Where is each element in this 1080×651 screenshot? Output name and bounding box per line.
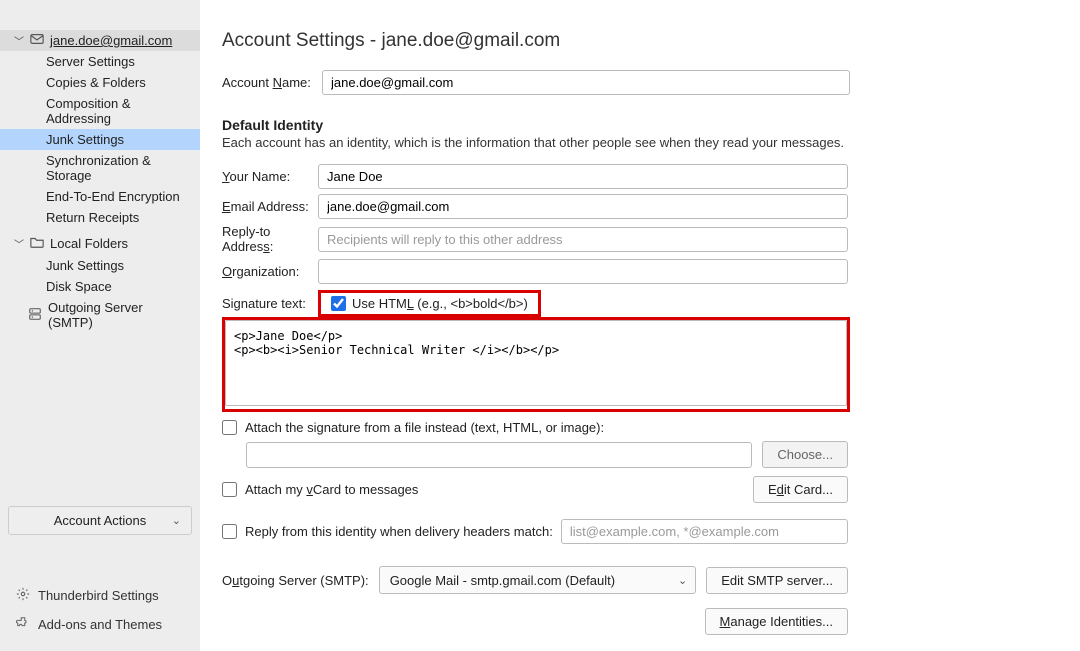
reply-to-input[interactable]: [318, 227, 848, 252]
chevron-down-icon: ⌄: [678, 574, 687, 587]
organization-label: Organization:: [222, 264, 318, 279]
outgoing-server-label: Outgoing Server (SMTP):: [222, 573, 369, 588]
default-identity-heading: Default Identity: [222, 117, 1050, 133]
reply-match-label: Reply from this identity when delivery h…: [245, 524, 553, 539]
reply-match-checkbox[interactable]: [222, 524, 237, 539]
manage-identities-button[interactable]: Manage Identities...: [705, 608, 848, 635]
edit-card-button[interactable]: Edit Card...: [753, 476, 848, 503]
thunderbird-settings-label: Thunderbird Settings: [38, 588, 159, 603]
use-html-highlight: Use HTML (e.g., <b>bold</b>): [318, 290, 541, 317]
account-name-label: Account Name:: [222, 75, 322, 90]
choose-file-button[interactable]: Choose...: [762, 441, 848, 468]
sidebar-item-lf-junk[interactable]: Junk Settings: [0, 255, 200, 276]
thunderbird-settings-link[interactable]: Thunderbird Settings: [8, 581, 192, 610]
attach-signature-file-label: Attach the signature from a file instead…: [245, 420, 604, 435]
sidebar-item-server-settings[interactable]: Server Settings: [0, 51, 200, 72]
account-name-input[interactable]: [322, 70, 850, 95]
outgoing-server-value: Google Mail - smtp.gmail.com (Default): [390, 573, 615, 588]
signature-textarea[interactable]: [225, 320, 847, 406]
sidebar-item-e2e-encryption[interactable]: End-To-End Encryption: [0, 186, 200, 207]
sidebar-item-composition[interactable]: Composition & Addressing: [0, 93, 200, 129]
sidebar-item-return-receipts[interactable]: Return Receipts: [0, 207, 200, 228]
account-actions-label: Account Actions: [54, 513, 147, 528]
sidebar-item-sync-storage[interactable]: Synchronization & Storage: [0, 150, 200, 186]
sidebar-item-junk-settings[interactable]: Junk Settings: [0, 129, 200, 150]
main-panel: Account Settings - jane.doe@gmail.com Ac…: [200, 0, 1080, 651]
gear-icon: [16, 587, 30, 604]
page-title: Account Settings - jane.doe@gmail.com: [222, 30, 1050, 52]
attach-vcard-label: Attach my vCard to messages: [245, 482, 418, 497]
your-name-input[interactable]: [318, 164, 848, 189]
sidebar-item-copies-folders[interactable]: Copies & Folders: [0, 72, 200, 93]
mail-account-icon: [30, 32, 44, 49]
attach-signature-file-checkbox[interactable]: [222, 420, 237, 435]
account-jane[interactable]: ﹀ jane.doe@gmail.com: [0, 30, 200, 51]
signature-textarea-highlight: [222, 317, 850, 412]
local-folders-label: Local Folders: [50, 236, 128, 251]
folder-icon: [30, 235, 44, 252]
reply-to-label: Reply-to Address:: [222, 224, 318, 254]
email-label: Email Address:: [222, 199, 318, 214]
addons-label: Add-ons and Themes: [38, 617, 162, 632]
organization-input[interactable]: [318, 259, 848, 284]
account-email-label: jane.doe@gmail.com: [50, 33, 172, 48]
identity-hint: Each account has an identity, which is t…: [222, 135, 1050, 150]
addons-link[interactable]: Add-ons and Themes: [8, 610, 192, 639]
signature-file-path-input[interactable]: [246, 442, 752, 468]
local-folders[interactable]: ﹀ Local Folders: [0, 232, 200, 255]
outgoing-label: Outgoing Server (SMTP): [48, 300, 190, 330]
attach-vcard-checkbox[interactable]: [222, 482, 237, 497]
chevron-down-icon: ﹀: [14, 236, 24, 251]
server-icon: [28, 307, 42, 324]
sidebar-item-lf-disk[interactable]: Disk Space: [0, 276, 200, 297]
your-name-label: Your Name:: [222, 169, 318, 184]
chevron-down-icon: ⌄: [172, 514, 181, 527]
email-input[interactable]: [318, 194, 848, 219]
sidebar-item-outgoing-smtp[interactable]: Outgoing Server (SMTP): [0, 297, 200, 333]
sidebar: ﹀ jane.doe@gmail.com Server Settings Cop…: [0, 0, 200, 651]
use-html-checkbox[interactable]: [331, 296, 346, 311]
reply-match-input[interactable]: [561, 519, 848, 544]
account-tree: ﹀ jane.doe@gmail.com Server Settings Cop…: [0, 30, 200, 506]
signature-text-label: Signature text:: [222, 296, 318, 311]
outgoing-server-select[interactable]: Google Mail - smtp.gmail.com (Default) ⌄: [379, 566, 697, 594]
account-actions-button[interactable]: Account Actions ⌄: [8, 506, 192, 535]
chevron-down-icon: ﹀: [14, 33, 24, 48]
use-html-label: Use HTML (e.g., <b>bold</b>): [352, 296, 528, 311]
edit-smtp-button[interactable]: Edit SMTP server...: [706, 567, 848, 594]
puzzle-icon: [16, 616, 30, 633]
